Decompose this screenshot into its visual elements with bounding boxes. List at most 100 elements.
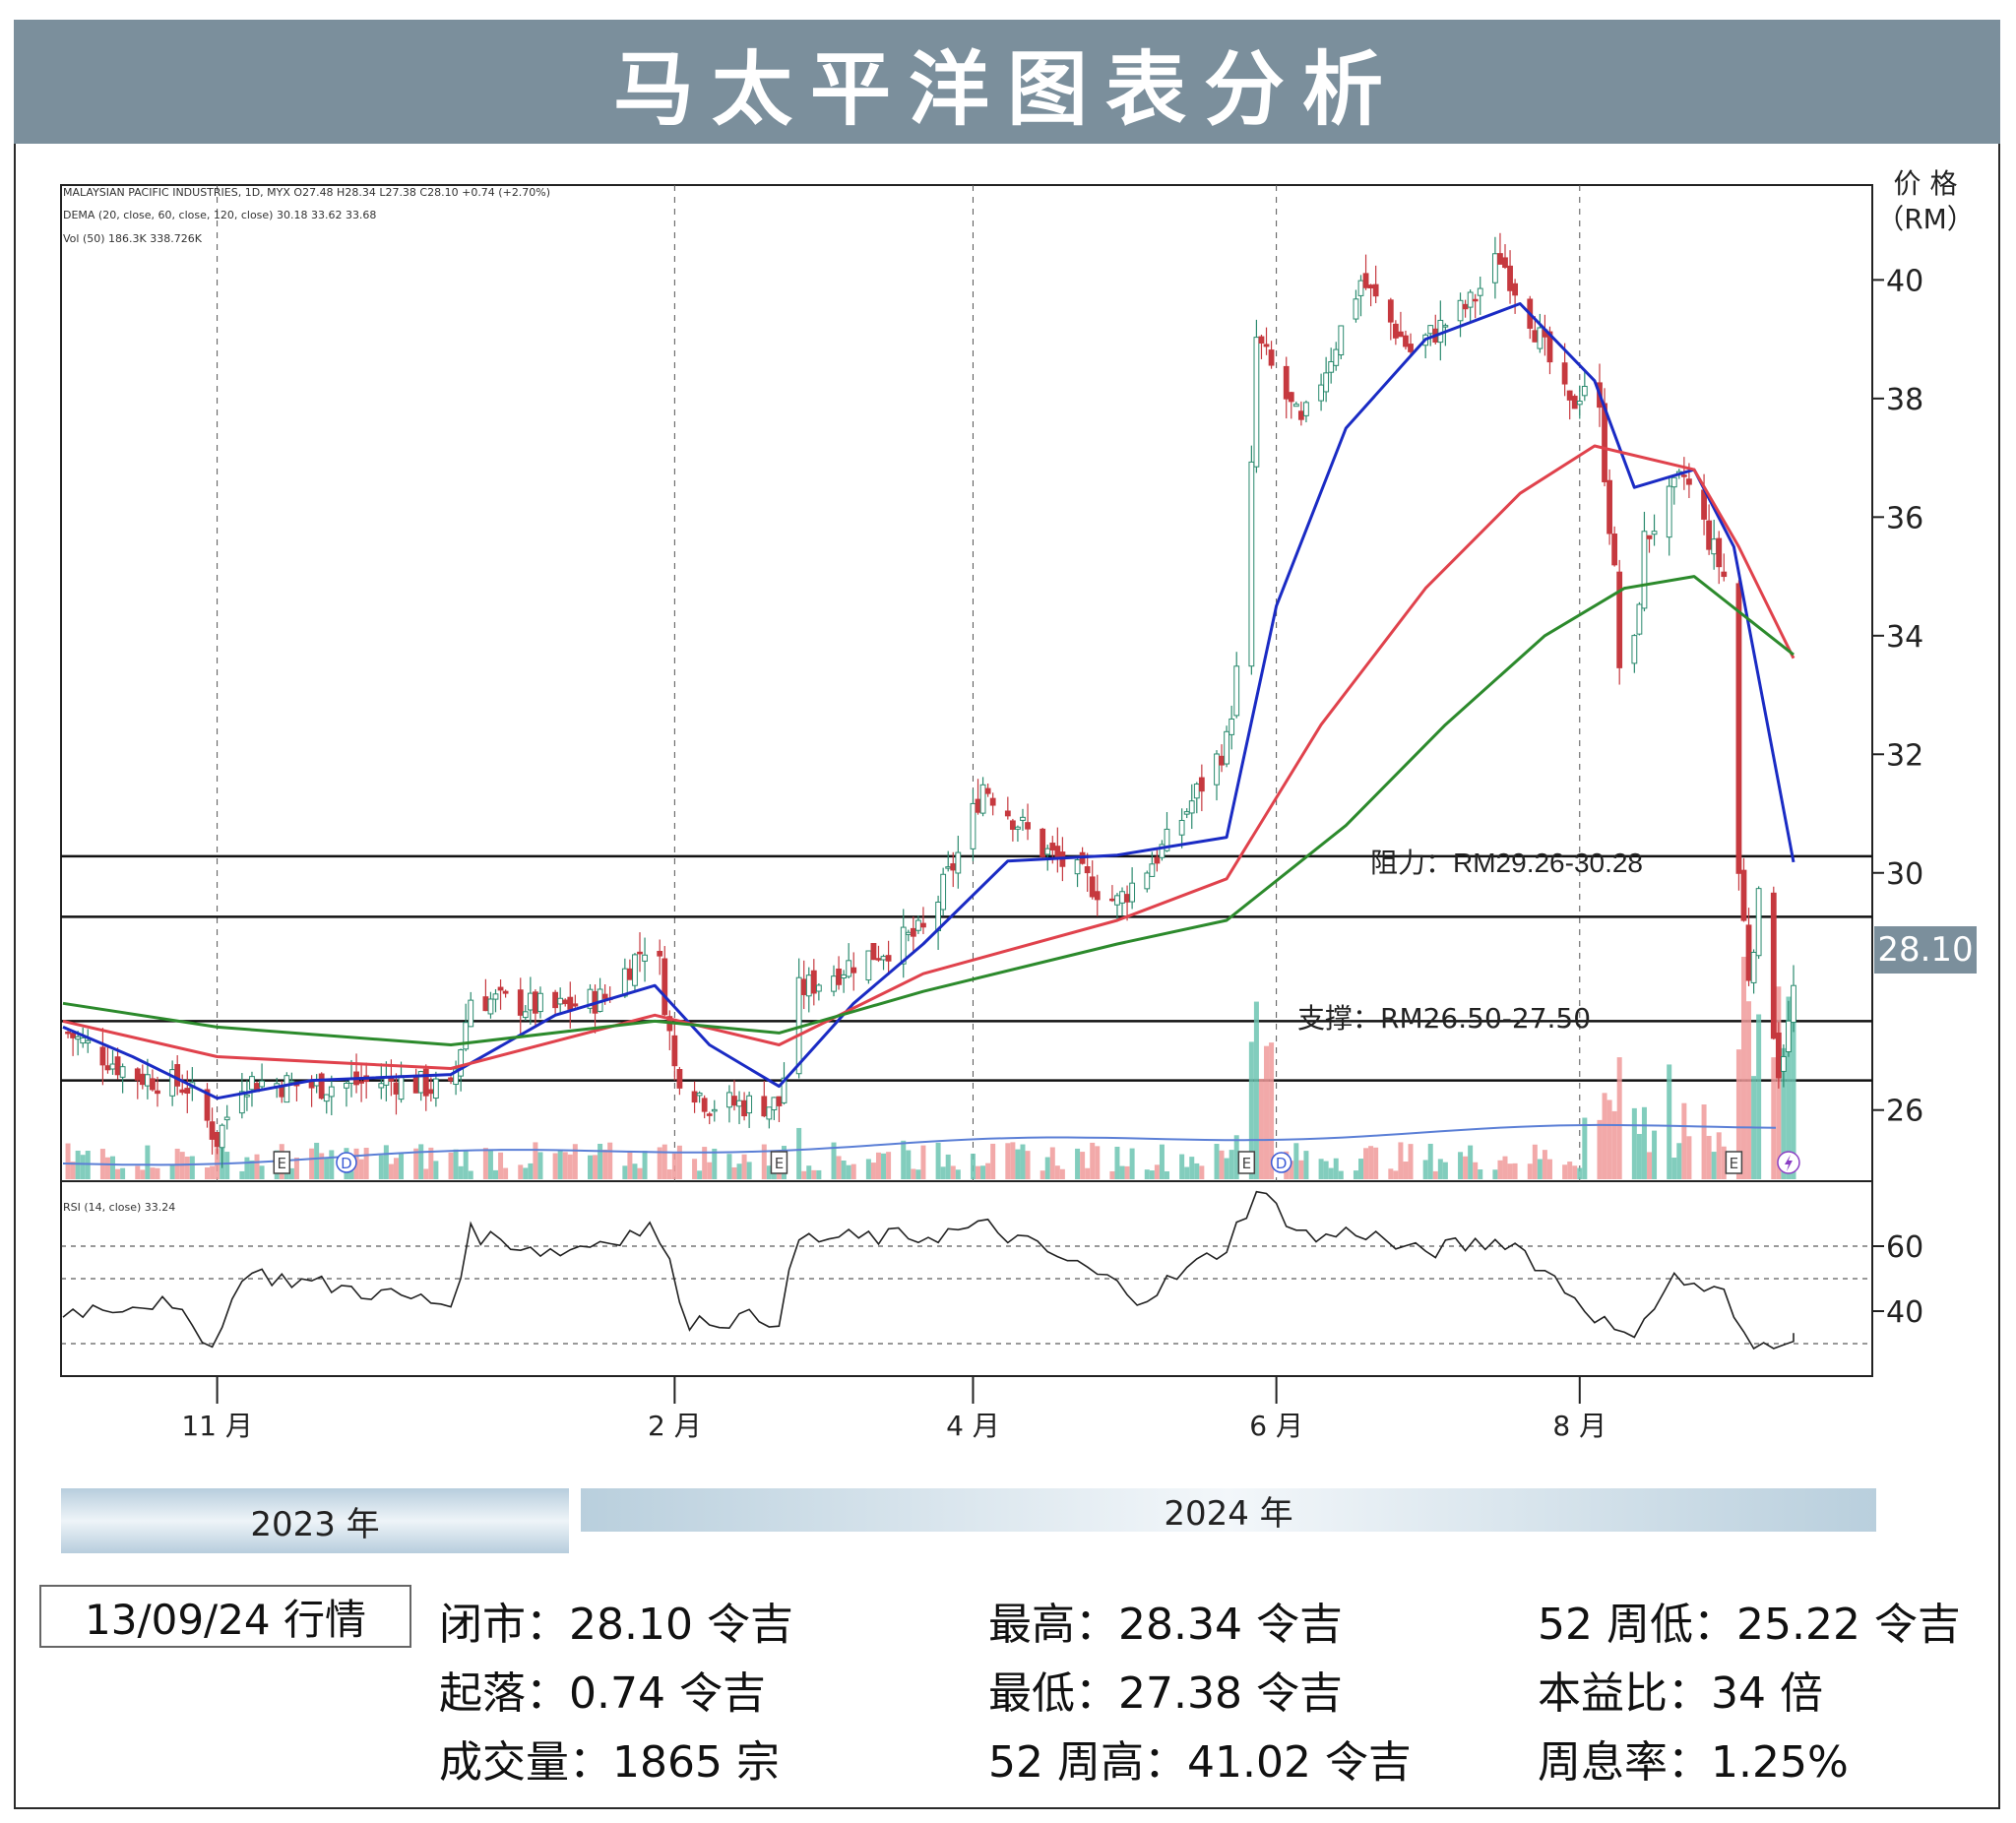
candle-body: [1372, 283, 1379, 297]
candle-body: [1636, 603, 1643, 635]
candle-body: [1318, 384, 1324, 402]
volume-bar: [309, 1148, 315, 1179]
candle-body: [427, 1089, 434, 1095]
candle-body: [831, 975, 837, 992]
volume-bar: [990, 1143, 996, 1179]
volume-bar: [666, 1169, 672, 1179]
candle-body: [1178, 819, 1185, 836]
candle-body: [1020, 816, 1026, 821]
candle-body: [1362, 273, 1369, 288]
volume-bar: [736, 1163, 742, 1179]
candle-body: [155, 1090, 160, 1095]
volume-bar: [1398, 1142, 1404, 1179]
candle-body: [1328, 360, 1335, 373]
volume-bar: [1090, 1142, 1096, 1179]
price-tick-label: 26: [1886, 1095, 1923, 1129]
candle-body: [1283, 365, 1290, 400]
volume-bar: [1154, 1164, 1160, 1179]
candle-body: [1686, 478, 1692, 485]
volume-bar: [1214, 1144, 1220, 1179]
volume-bar: [458, 1165, 464, 1179]
volume-bar: [482, 1148, 488, 1179]
volume-bar: [239, 1170, 245, 1179]
candle-body: [1532, 330, 1539, 343]
volume-bar: [1408, 1144, 1414, 1179]
volume-bar: [731, 1166, 737, 1179]
volume-bar: [676, 1145, 682, 1179]
volume-bar: [1616, 1057, 1622, 1179]
volume-bar: [801, 1170, 807, 1179]
candle-body: [676, 1069, 683, 1089]
volume-bar: [1422, 1160, 1428, 1179]
volume-bar: [1756, 1014, 1762, 1179]
candle-body: [169, 1069, 176, 1097]
volume-bar: [1442, 1162, 1448, 1179]
candle-body: [144, 1074, 151, 1087]
volume-bar: [955, 1169, 961, 1179]
candle-body: [328, 1086, 335, 1098]
candle-body: [1646, 534, 1653, 539]
volume-bar: [841, 1160, 847, 1179]
candle-body: [99, 1046, 106, 1066]
volume-bar: [865, 1159, 871, 1179]
volume-bar: [80, 1155, 86, 1179]
volume-bar: [692, 1159, 698, 1179]
candle-body: [75, 1036, 82, 1040]
volume-bar: [324, 1157, 330, 1179]
candle-body: [905, 931, 912, 935]
price-tick-label: 36: [1886, 501, 1923, 535]
candle-body: [1044, 848, 1051, 855]
year-band-2024: 2024 年: [581, 1488, 1876, 1534]
candle-body: [1631, 635, 1638, 664]
volume-bar: [329, 1150, 335, 1179]
candle-body: [487, 998, 494, 1015]
candle-body: [1109, 898, 1115, 902]
candle-body: [1144, 872, 1151, 890]
candle-body: [1367, 284, 1374, 288]
candle-body: [1387, 299, 1394, 323]
candle-body: [318, 1073, 325, 1100]
candle-body: [114, 1056, 121, 1076]
candle-body: [398, 1075, 405, 1100]
resistance-label: 阻力：RM29.26-30.28: [1370, 848, 1643, 878]
volume-bar: [1458, 1152, 1464, 1179]
candle-body: [209, 1121, 216, 1140]
volume-bar: [1711, 1152, 1717, 1179]
volume-bar: [1040, 1170, 1045, 1179]
month-tick-label: 6 月: [1249, 1410, 1303, 1442]
volume-bar: [314, 1142, 320, 1179]
volume-bar: [433, 1161, 439, 1179]
candle-body: [517, 989, 524, 1016]
candle-body: [920, 922, 926, 928]
candle-body: [914, 919, 921, 931]
volume-bar: [487, 1149, 493, 1179]
candle-body: [1442, 325, 1449, 328]
candle-body: [522, 1011, 529, 1019]
volume-bar: [1562, 1164, 1568, 1179]
volume-bar: [1706, 1135, 1712, 1179]
candle-body: [1512, 283, 1519, 296]
candle-body: [1571, 396, 1578, 409]
volume-bar: [254, 1154, 260, 1179]
volume-bar: [940, 1166, 946, 1179]
volume-bar: [1473, 1162, 1479, 1179]
volume-bar: [533, 1142, 538, 1179]
volume-bar: [935, 1142, 941, 1179]
price-panel: [60, 184, 1873, 1377]
volume-bar: [1164, 1170, 1169, 1179]
candle-body: [766, 1106, 773, 1120]
candle-body: [1641, 531, 1648, 609]
volume-bar: [1631, 1107, 1637, 1179]
volume-bar: [697, 1170, 703, 1179]
candle-body: [1576, 401, 1583, 406]
volume-bar: [1025, 1151, 1031, 1179]
volume-bar: [1219, 1150, 1225, 1179]
volume-bar: [140, 1169, 146, 1179]
volume-bar: [528, 1163, 534, 1179]
candle-body: [1353, 298, 1359, 320]
volume-bar: [1567, 1162, 1573, 1179]
candle-body: [1770, 892, 1777, 1039]
candle-body: [691, 1091, 698, 1103]
candle-body: [344, 1082, 349, 1089]
candle-body: [1791, 984, 1796, 1024]
